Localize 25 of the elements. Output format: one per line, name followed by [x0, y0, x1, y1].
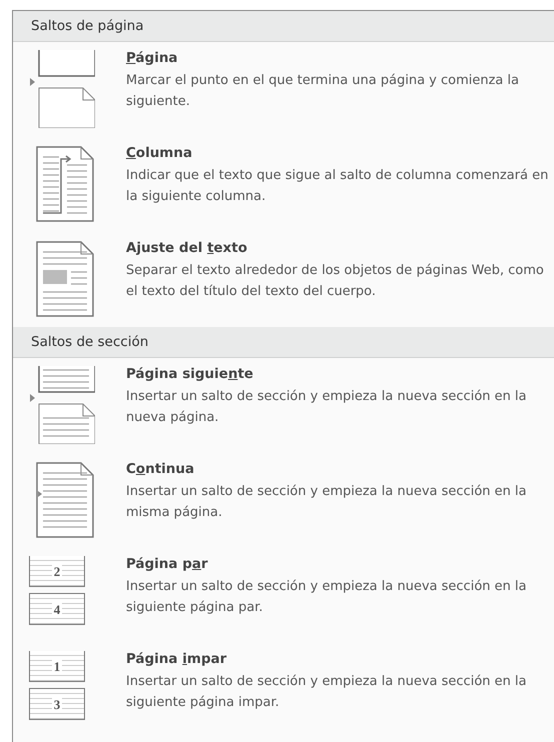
item-description: Insertar un salto de sección y empieza la nueva sección en la nueva página.	[126, 388, 528, 427]
item-title: Página par	[126, 556, 209, 572]
item-description: Separar el texto alrededor de los objetos de páginas Web, como el texto del título del texto del cuerpo.	[126, 262, 545, 301]
item-title: Ajuste del texto	[126, 240, 248, 256]
menu-item[interactable]: Página Marcar el punto en el que termina una página y comienza la siguiente.	[13, 42, 554, 137]
section-header: Saltos de página	[13, 11, 554, 42]
item-title: Continua	[126, 461, 196, 477]
menu-item[interactable]: 2 4 Página par Insertar un salto de sección y empieza la nueva sección en la siguiente página par.	[13, 548, 554, 643]
page-break-icon	[29, 50, 95, 128]
item-description: Indicar que el texto que sigue al salto de columna comenzará en la siguiente columna.	[126, 167, 550, 206]
section-header: Saltos de sección	[13, 327, 554, 358]
item-title: Página	[126, 50, 179, 66]
menu-item[interactable]: Columna Indicar que el texto que sigue al salto de columna comenzará en la siguiente columna.	[13, 137, 554, 232]
menu-item[interactable]: Página siguiente Insertar un salto de sección y empieza la nueva sección en la nueva página.	[13, 358, 554, 453]
menu-item[interactable]: 1 3 Página impar Insertar un salto de sección y empieza la nueva sección en la siguiente página impar.	[13, 643, 554, 738]
item-description: Marcar el punto en el que termina una página y comienza la siguiente.	[126, 72, 520, 111]
item-title: Columna	[126, 145, 194, 161]
next-page-break-icon	[29, 366, 95, 444]
item-description: Insertar un salto de sección y empieza la nueva sección en la misma página.	[126, 483, 528, 522]
menu-item[interactable]: Continua Insertar un salto de sección y empieza la nueva sección en la misma página.	[13, 453, 554, 548]
item-title: Página siguiente	[126, 366, 254, 382]
item-description: Insertar un salto de sección y empieza la nueva sección en la siguiente página impar.	[126, 673, 528, 712]
item-description: Insertar un salto de sección y empieza la nueva sección en la siguiente página par.	[126, 578, 528, 617]
item-title: Página impar	[126, 651, 228, 667]
menu-item[interactable]: Ajuste del texto Separar el texto alrededor de los objetos de páginas Web, como el texto del título del texto del cuerpo.	[13, 232, 554, 327]
